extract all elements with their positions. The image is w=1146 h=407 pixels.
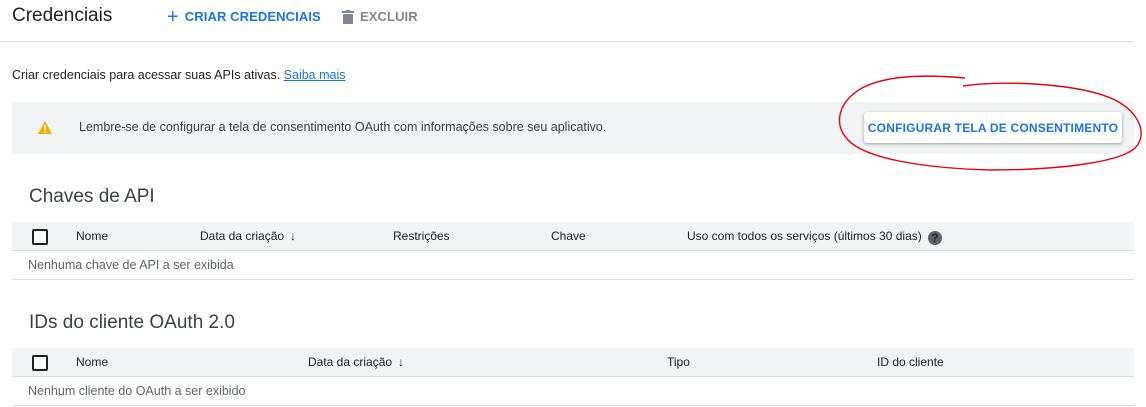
trash-icon (342, 9, 354, 24)
column-header-creation-date-label: Data da criação (308, 355, 393, 369)
help-icon[interactable]: ? (927, 231, 942, 245)
delete-label: EXCLUIR (360, 9, 418, 24)
select-all-oauth-checkbox[interactable] (32, 355, 48, 371)
column-header-creation-date[interactable]: Data da criação ↓ (200, 229, 296, 243)
top-bar: Credenciais + CRIAR CREDENCIAIS EXCLUIR (0, 0, 1134, 42)
arrow-down-icon: ↓ (290, 229, 297, 243)
column-header-name[interactable]: Nome (76, 355, 108, 369)
column-header-usage[interactable]: Uso com todos os serviços (últimos 30 di… (687, 229, 942, 245)
select-all-api-keys-checkbox[interactable] (32, 229, 48, 245)
column-header-key[interactable]: Chave (551, 229, 586, 243)
oauth-title: IDs do cliente OAuth 2.0 (29, 312, 235, 333)
column-header-name[interactable]: Nome (76, 229, 108, 243)
intro-text: Criar credenciais para acessar suas APIs… (12, 68, 346, 82)
oauth-table-header: Nome Data da criação ↓ Tipo ID do cliente (12, 348, 1134, 377)
consent-warning-banner: Lembre-se de configurar a tela de consen… (12, 102, 1134, 154)
column-header-client-id[interactable]: ID do cliente (877, 355, 944, 369)
api-keys-empty-message: Nenhuma chave de API a ser exibida (28, 258, 234, 272)
column-header-type[interactable]: Tipo (667, 355, 690, 369)
plus-icon: + (167, 5, 179, 28)
create-credentials-label: CRIAR CREDENCIAIS (184, 9, 321, 24)
configure-consent-screen-button[interactable]: CONFIGURAR TELA DE CONSENTIMENTO (864, 112, 1122, 143)
oauth-empty-message: Nenhum cliente do OAuth a ser exibido (28, 384, 246, 398)
arrow-down-icon: ↓ (398, 355, 405, 369)
intro-text-body: Criar credenciais para acessar suas APIs… (12, 68, 281, 82)
api-keys-empty-row: Nenhuma chave de API a ser exibida (12, 251, 1134, 280)
create-credentials-button[interactable]: + CRIAR CREDENCIAIS (167, 5, 321, 28)
column-header-usage-label: Uso com todos os serviços (últimos 30 di… (687, 229, 922, 243)
learn-more-link[interactable]: Saiba mais (284, 68, 346, 82)
warning-icon (38, 121, 52, 134)
column-header-creation-date[interactable]: Data da criação ↓ (308, 355, 404, 369)
column-header-restrictions[interactable]: Restrições (393, 229, 450, 243)
page-title: Credenciais (12, 5, 113, 26)
banner-message: Lembre-se de configurar a tela de consen… (79, 120, 607, 134)
oauth-empty-row: Nenhum cliente do OAuth a ser exibido (12, 377, 1134, 406)
delete-button[interactable]: EXCLUIR (342, 9, 418, 24)
column-header-creation-date-label: Data da criação (200, 229, 285, 243)
red-circle-annotation (838, 75, 1142, 171)
api-keys-title: Chaves de API (29, 186, 155, 207)
api-keys-table-header: Nome Data da criação ↓ Restrições Chave U… (12, 222, 1134, 251)
